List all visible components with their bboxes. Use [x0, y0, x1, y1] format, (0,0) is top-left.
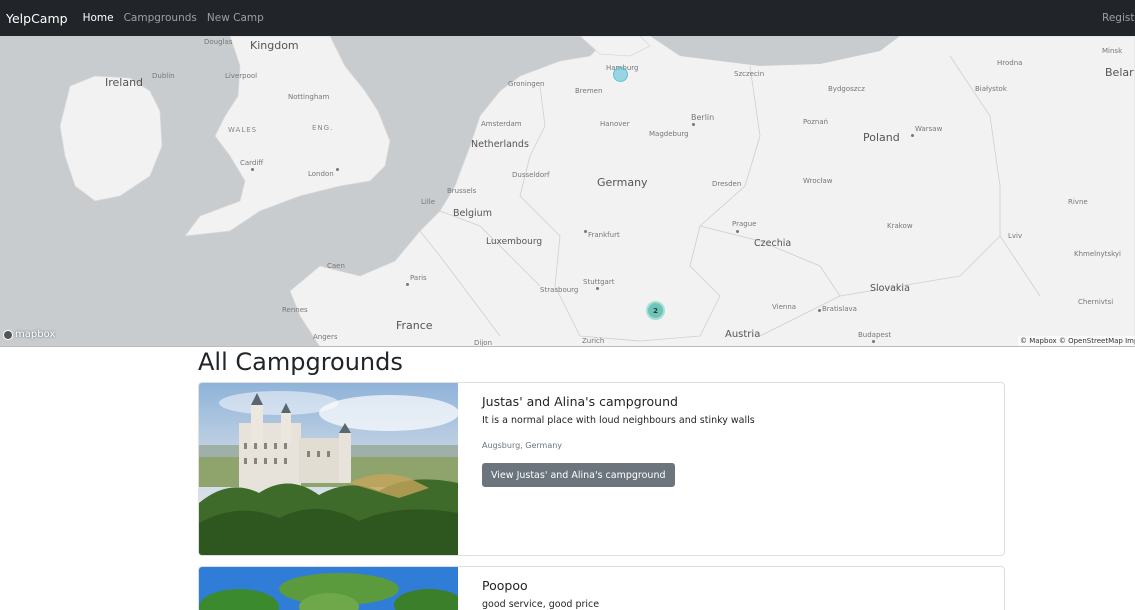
map-label-belarus: Belar	[1105, 66, 1134, 79]
campground-card: Justas' and Alina's campground It is a n…	[198, 382, 1005, 556]
map-label-poznan: Poznań	[803, 118, 829, 126]
map-label-rivne: Rivne	[1068, 198, 1088, 206]
map-label-france: France	[396, 319, 433, 332]
map-label-cardiff: Cardiff	[240, 159, 264, 167]
map-dot	[692, 123, 695, 126]
map-label-poland: Poland	[863, 131, 900, 144]
map-label-vienna: Vienna	[772, 303, 797, 311]
nav-home-link[interactable]: Home	[83, 12, 114, 24]
map-label-germany: Germany	[597, 176, 648, 189]
map-label-hrodna: Hrodna	[997, 59, 1023, 67]
map-label-chernivtsi: Chernivtsi	[1078, 298, 1114, 306]
map-label-london: London	[308, 170, 334, 178]
campground-title: Poopoo	[482, 578, 528, 593]
map-label-brussels: Brussels	[447, 187, 477, 195]
map-label-ireland: Ireland	[105, 76, 144, 89]
map-label-warsaw: Warsaw	[915, 125, 943, 133]
map-label-angers: Angers	[313, 333, 338, 341]
map-label-liverpool: Liverpool	[225, 72, 258, 80]
cluster-map[interactable]: Kingdom Ireland Netherlands Belgium Luxe…	[0, 36, 1135, 347]
map-label-czechia: Czechia	[754, 238, 792, 249]
map-label-zurich: Zurich	[582, 337, 605, 345]
nav-new-camp-link[interactable]: New Camp	[207, 12, 264, 24]
map-cluster-augsburg[interactable]: 2	[646, 301, 665, 320]
map-dot	[584, 230, 587, 233]
map-dot	[406, 283, 409, 286]
map-label-slovakia: Slovakia	[870, 283, 910, 294]
campground-title: Justas' and Alina's campground	[482, 394, 678, 409]
navbar: YelpCamp Home Campgrounds New Camp Regis…	[0, 0, 1135, 36]
map-label-berlin: Berlin	[691, 113, 715, 122]
map-label-douglas: Douglas	[204, 38, 233, 46]
campground-description: It is a normal place with loud neighbour…	[482, 415, 755, 426]
page-title: All Campgrounds	[198, 348, 403, 376]
map-label-rennes: Rennes	[282, 306, 308, 314]
nav-register-link[interactable]: Registe	[1102, 0, 1135, 36]
map-label-strasbourg: Strasbourg	[540, 286, 579, 294]
campground-description: good service, good price	[482, 599, 600, 610]
map-label-kingdom: Kingdom	[250, 39, 299, 52]
map-label-frankfurt: Frankfurt	[588, 231, 620, 239]
map-label-belgium: Belgium	[453, 208, 492, 219]
nav-campgrounds-link[interactable]: Campgrounds	[124, 12, 197, 24]
view-campground-button[interactable]: View Justas' and Alina's campground	[482, 463, 675, 487]
map-cluster-hamburg[interactable]	[613, 67, 628, 82]
campground-card: Poopoo good service, good price	[198, 566, 1005, 610]
map-label-groningen: Groningen	[508, 80, 545, 88]
map-label-eng: ENG.	[312, 124, 334, 132]
map-label-bialystok: Białystok	[975, 85, 1007, 93]
map-label-lviv: Lviv	[1008, 232, 1023, 240]
map-label-austria: Austria	[725, 329, 761, 340]
tree-photo	[199, 567, 458, 610]
cluster-count: 2	[653, 306, 658, 315]
map-label-szczecin: Szczecin	[734, 70, 765, 78]
map-label-stuttgart: Stuttgart	[583, 278, 615, 286]
map-dot	[818, 309, 821, 312]
map-dot	[336, 168, 339, 171]
map-label-netherlands: Netherlands	[471, 139, 529, 150]
map-label-dijon: Dijon	[474, 339, 492, 347]
map-label-wroclaw: Wrocław	[803, 177, 833, 185]
map-label-wales: WALES	[228, 126, 258, 134]
map-dot	[596, 287, 599, 290]
map-label-khmelnytskyi: Khmelnytskyi	[1074, 250, 1121, 258]
map-label-amsterdam: Amsterdam	[481, 120, 522, 128]
map-dot	[911, 134, 914, 137]
campground-image	[199, 567, 458, 610]
map-land-ireland	[59, 75, 163, 202]
map-label-dublin: Dublin	[152, 72, 175, 80]
castle-photo	[199, 383, 458, 555]
mapbox-logo[interactable]: mapbox	[3, 329, 55, 340]
map-label-lille: Lille	[421, 198, 436, 206]
map-label-bydgoszcz: Bydgoszcz	[828, 85, 865, 93]
map-label-nottingham: Nottingham	[288, 93, 330, 101]
map-dot	[736, 230, 739, 233]
map-label-bratislava: Bratislava	[822, 305, 857, 313]
brand-link[interactable]: YelpCamp	[6, 11, 68, 26]
map-land-svg	[59, 36, 1135, 346]
map-dot	[251, 168, 254, 171]
map-label-minsk: Minsk	[1102, 47, 1123, 55]
map-label-caen: Caen	[327, 262, 345, 270]
map-label-krakow: Krakow	[887, 222, 913, 230]
mapbox-logo-icon	[3, 329, 13, 340]
map-label-budapest: Budapest	[858, 331, 892, 339]
map-label-bremen: Bremen	[575, 87, 603, 95]
map-label-paris: Paris	[410, 274, 427, 282]
campground-location: Augsburg, Germany	[482, 441, 563, 450]
map-label-hanover: Hanover	[600, 120, 630, 128]
mapbox-logo-text: mapbox	[15, 329, 56, 340]
map-land-continent	[289, 36, 1135, 346]
map-label-magdeburg: Magdeburg	[649, 130, 689, 138]
map-label-dresden: Dresden	[712, 180, 742, 188]
map-dot	[872, 340, 875, 343]
map-land-britain	[184, 36, 391, 237]
map-attribution[interactable]: © Mapbox © OpenStreetMap Impr	[1018, 336, 1135, 346]
map-label-luxembourg: Luxembourg	[486, 237, 543, 247]
campground-image	[199, 383, 458, 555]
map-label-prague: Prague	[732, 220, 757, 228]
map-label-dusseldorf: Dusseldorf	[512, 171, 550, 179]
